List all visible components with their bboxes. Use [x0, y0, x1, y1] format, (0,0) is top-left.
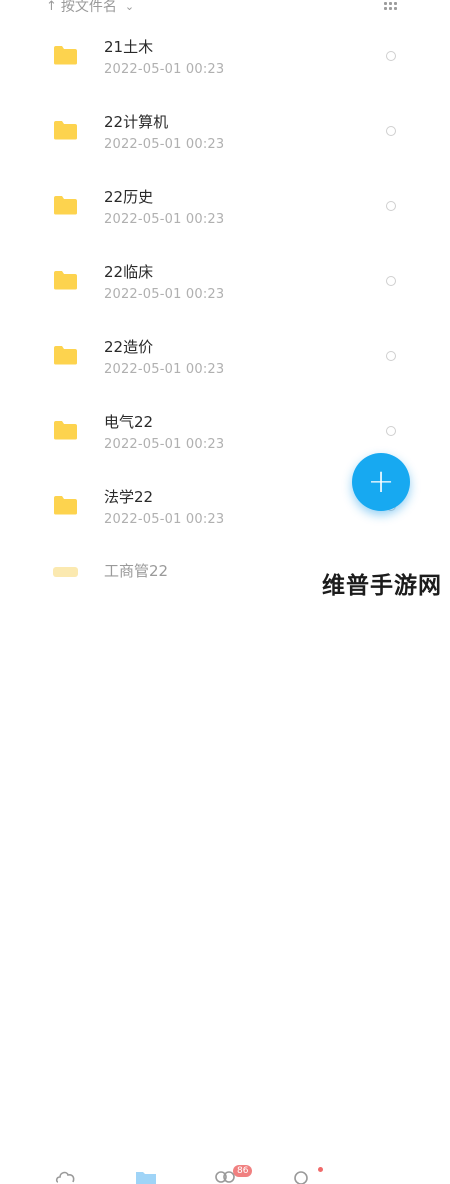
sort-label: 按文件名 — [60, 0, 117, 15]
select-radio[interactable] — [386, 351, 396, 361]
sort-by-filename-button[interactable]: ↑ 按文件名 ⌄ — [46, 0, 134, 16]
select-radio[interactable] — [386, 51, 396, 61]
file-name: 21土木 — [104, 38, 154, 56]
file-row[interactable]: 22历史 2022-05-01 00:23 — [0, 168, 450, 242]
file-date: 2022-05-01 — [104, 362, 182, 377]
plus-icon: + — [367, 462, 395, 500]
file-time: 00:23 — [185, 512, 225, 527]
file-name: 22计算机 — [104, 113, 169, 131]
folder-icon — [54, 421, 77, 440]
select-radio[interactable] — [386, 201, 396, 211]
file-name: 法学22 — [104, 488, 154, 506]
select-radio[interactable] — [386, 276, 396, 286]
select-radio[interactable] — [386, 426, 396, 436]
file-date: 2022-05-01 — [104, 62, 182, 77]
file-time: 00:23 — [185, 137, 225, 152]
file-date: 2022-05-01 — [104, 437, 182, 452]
sort-arrow-icon: ↑ — [46, 0, 57, 14]
file-time: 00:23 — [185, 362, 225, 377]
planet-icon[interactable] — [290, 1168, 312, 1184]
file-modified: 2022-05-01 00:23 — [104, 137, 224, 152]
file-date: 2022-05-01 — [104, 212, 182, 227]
watermark: 维普手游网 — [322, 573, 442, 599]
file-row[interactable]: 22计算机 2022-05-01 00:23 — [0, 93, 450, 167]
file-modified: 2022-05-01 00:23 — [104, 362, 224, 377]
file-modified: 2022-05-01 00:23 — [104, 212, 224, 227]
file-time: 00:23 — [185, 437, 225, 452]
grid-view-icon[interactable] — [384, 2, 399, 12]
folder-icon — [54, 121, 77, 140]
file-time: 00:23 — [185, 287, 225, 302]
file-name: 22历史 — [104, 188, 154, 206]
file-row[interactable]: 22造价 2022-05-01 00:23 — [0, 318, 450, 392]
add-button[interactable]: + — [352, 453, 410, 511]
file-date: 2022-05-01 — [104, 137, 182, 152]
file-row[interactable]: 22临床 2022-05-01 00:23 — [0, 243, 450, 317]
cloud-icon[interactable] — [55, 1168, 77, 1184]
notification-badge: 86 — [233, 1165, 253, 1177]
file-modified: 2022-05-01 00:23 — [104, 437, 224, 452]
folder-nav-icon[interactable] — [135, 1168, 157, 1184]
folder-icon — [54, 196, 77, 215]
folder-icon — [54, 496, 77, 515]
file-name: 22临床 — [104, 263, 154, 281]
folder-icon — [54, 346, 77, 365]
file-name: 电气22 — [104, 413, 154, 431]
file-row[interactable]: 21土木 2022-05-01 00:23 — [0, 18, 450, 92]
select-radio[interactable] — [386, 126, 396, 136]
file-modified: 2022-05-01 00:23 — [104, 512, 224, 527]
chevron-down-icon: ⌄ — [124, 0, 135, 13]
folder-icon — [54, 46, 77, 65]
notification-dot — [318, 1167, 323, 1172]
file-modified: 2022-05-01 00:23 — [104, 287, 224, 302]
folder-icon — [54, 271, 77, 290]
file-name: 22造价 — [104, 338, 154, 356]
file-name-partial[interactable]: 工商管22 — [104, 560, 168, 581]
file-time: 00:23 — [185, 212, 225, 227]
file-date: 2022-05-01 — [104, 287, 182, 302]
file-modified: 2022-05-01 00:23 — [104, 62, 224, 77]
file-date: 2022-05-01 — [104, 512, 182, 527]
folder-icon — [53, 567, 78, 577]
file-time: 00:23 — [185, 62, 225, 77]
list-toolbar: ↑ 按文件名 ⌄ — [0, 0, 450, 18]
